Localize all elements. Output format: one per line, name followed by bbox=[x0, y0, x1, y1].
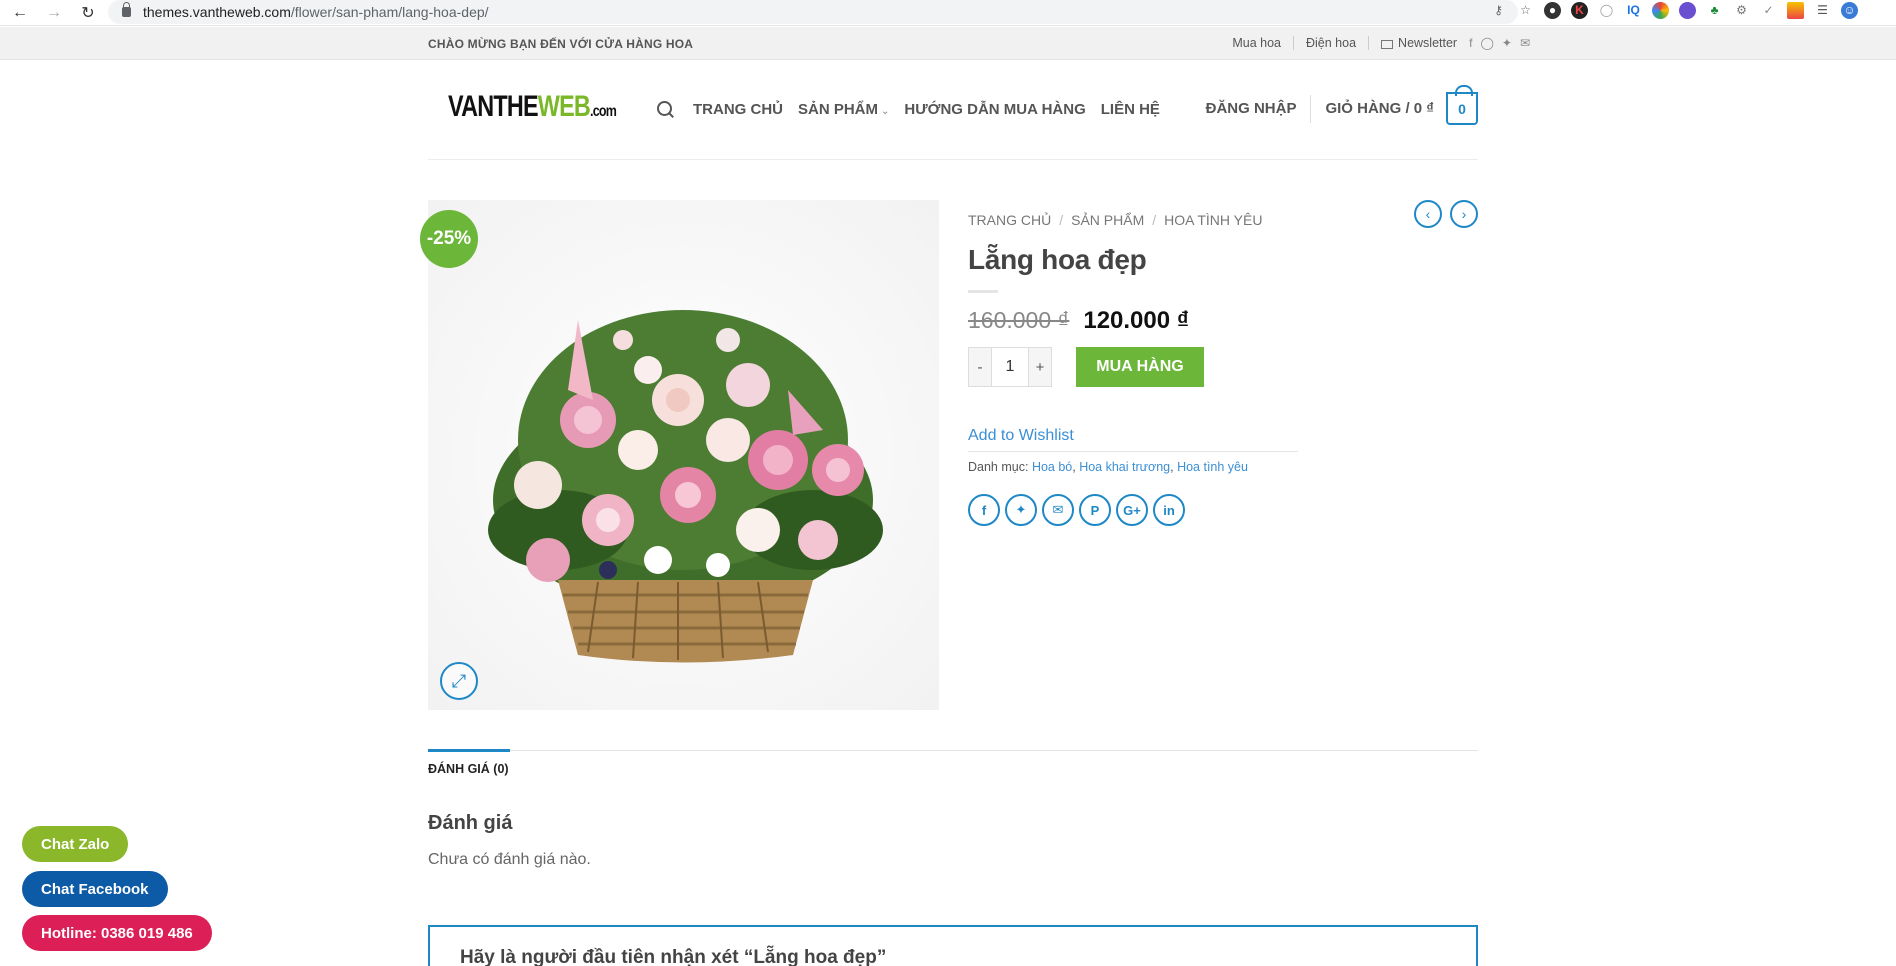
share-icons: f ✦ ✉ P G+ in bbox=[968, 494, 1478, 526]
topbar-link-dien-hoa[interactable]: Điện hoa bbox=[1306, 36, 1356, 50]
avatar[interactable]: ☺ bbox=[1841, 2, 1858, 19]
lock-icon bbox=[122, 2, 131, 17]
category-link[interactable]: Hoa khai trương bbox=[1079, 460, 1170, 474]
search-icon[interactable] bbox=[656, 100, 674, 118]
twitter-share-icon[interactable]: ✦ bbox=[1005, 494, 1037, 526]
breadcrumb: TRANG CHỦ / SẢN PHẨM / HOA TÌNH YÊU bbox=[968, 212, 1263, 228]
key-icon[interactable]: ⚷ bbox=[1490, 2, 1507, 19]
chat-zalo-button[interactable]: Chat Zalo bbox=[22, 826, 129, 862]
shield-icon[interactable]: ◯ bbox=[1598, 2, 1615, 19]
menu-icon[interactable]: ☰ bbox=[1814, 2, 1831, 19]
quantity-input[interactable]: 1 bbox=[991, 348, 1029, 386]
breadcrumb-products[interactable]: SẢN PHẨM bbox=[1071, 212, 1144, 228]
browser-toolbar: ← → ↻ themes.vantheweb.com/flower/san-ph… bbox=[0, 0, 1896, 26]
url-text: themes.vantheweb.com/flower/san-pham/lan… bbox=[143, 4, 489, 20]
extension-icons: ⚷ ☆ ● K ◯ IQ ♣ ⚙ ✓ ☰ ☺ bbox=[1490, 2, 1858, 19]
review-form-title: Hãy là người đầu tiên nhận xét “Lẵng hoa… bbox=[460, 947, 887, 966]
extension-icon[interactable]: IQ bbox=[1625, 2, 1642, 19]
top-bar-links: Mua hoa Điện hoa Newsletter f ◯ ✦ ✉ bbox=[1232, 36, 1530, 50]
category-link[interactable]: Hoa tình yêu bbox=[1177, 460, 1248, 474]
chat-facebook-button[interactable]: Chat Facebook bbox=[22, 871, 168, 907]
nav-item-contact[interactable]: LIÊN HỆ bbox=[1101, 101, 1160, 118]
product-tabs: ĐÁNH GIÁ (0) bbox=[428, 749, 1478, 776]
extension-icon[interactable] bbox=[1679, 2, 1696, 19]
gear-icon[interactable]: ⚙ bbox=[1733, 2, 1750, 19]
google-plus-share-icon[interactable]: G+ bbox=[1116, 494, 1148, 526]
add-to-wishlist-link[interactable]: Add to Wishlist bbox=[968, 427, 1298, 452]
address-bar[interactable]: themes.vantheweb.com/flower/san-pham/lan… bbox=[108, 0, 1518, 24]
old-price: 160.000 ₫ bbox=[968, 307, 1070, 333]
product-nav-arrows: ‹ › bbox=[1414, 200, 1478, 228]
facebook-icon[interactable]: f bbox=[1469, 36, 1472, 50]
mail-icon bbox=[1381, 39, 1394, 49]
product-title: Lẵng hoa đẹp bbox=[968, 244, 1147, 275]
previous-product-icon[interactable]: ‹ bbox=[1414, 200, 1442, 228]
extension-icon[interactable]: ● bbox=[1544, 2, 1561, 19]
linkedin-share-icon[interactable]: in bbox=[1153, 494, 1185, 526]
extension-icon[interactable]: K bbox=[1571, 2, 1588, 19]
facebook-share-icon[interactable]: f bbox=[968, 494, 1000, 526]
nav-item-products[interactable]: SẢN PHẨM ⌄ bbox=[798, 101, 889, 118]
reviews-heading: Đánh giá bbox=[428, 812, 513, 834]
welcome-text: CHÀO MỪNG BẠN ĐẾN VỚI CỬA HÀNG HOA bbox=[428, 37, 694, 51]
flower-basket-image bbox=[428, 200, 939, 710]
review-form: Hãy là người đầu tiên nhận xét “Lẵng hoa… bbox=[428, 925, 1478, 966]
topbar-link-mua-hoa[interactable]: Mua hoa bbox=[1232, 36, 1281, 50]
zoom-expand-icon[interactable]: ⤢ bbox=[440, 662, 478, 700]
no-reviews-text: Chưa có đánh giá nào. bbox=[428, 851, 591, 868]
product-price: 160.000 ₫ 120.000 ₫ bbox=[968, 307, 1478, 335]
chevron-down-icon: ⌄ bbox=[881, 105, 890, 117]
top-bar: CHÀO MỪNG BẠN ĐẾN VỚI CỬA HÀNG HOA Mua h… bbox=[0, 27, 1896, 60]
site-logo[interactable]: VANTHEWEB.com bbox=[448, 90, 617, 124]
extension-icon[interactable] bbox=[1787, 2, 1804, 19]
cart-bag-icon[interactable]: 0 bbox=[1446, 85, 1478, 125]
nav-item-guide[interactable]: HƯỚNG DẪN MUA HÀNG bbox=[904, 101, 1085, 118]
login-link[interactable]: ĐĂNG NHẬP bbox=[1206, 100, 1297, 117]
pinterest-share-icon[interactable]: P bbox=[1079, 494, 1111, 526]
main-nav: TRANG CHỦ SẢN PHẨM ⌄ HƯỚNG DẪN MUA HÀNG L… bbox=[656, 100, 1160, 118]
extension-icon[interactable] bbox=[1652, 2, 1669, 19]
product-categories: Danh mục: Hoa bó, Hoa khai trương, Hoa t… bbox=[968, 460, 1248, 474]
email-share-icon[interactable]: ✉ bbox=[1042, 494, 1074, 526]
instagram-icon[interactable]: ◯ bbox=[1480, 36, 1493, 50]
site-header: VANTHEWEB.com TRANG CHỦ SẢN PHẨM ⌄ HƯỚNG … bbox=[428, 60, 1478, 160]
nav-item-home[interactable]: TRANG CHỦ bbox=[693, 101, 783, 118]
category-link[interactable]: Hoa bó bbox=[1032, 460, 1072, 474]
product-image[interactable] bbox=[428, 200, 939, 710]
buy-button[interactable]: MUA HÀNG bbox=[1076, 347, 1204, 387]
discount-badge: -25% bbox=[420, 210, 478, 268]
clover-icon[interactable]: ♣ bbox=[1706, 2, 1723, 19]
twitter-icon[interactable]: ✦ bbox=[1502, 36, 1512, 50]
quantity-minus-button[interactable]: - bbox=[969, 348, 991, 386]
quantity-plus-button[interactable]: + bbox=[1029, 348, 1051, 386]
forward-arrow-icon[interactable]: → bbox=[40, 2, 68, 24]
hotline-button[interactable]: Hotline: 0386 019 486 bbox=[22, 915, 212, 951]
topbar-link-newsletter[interactable]: Newsletter bbox=[1398, 36, 1457, 50]
title-divider bbox=[968, 290, 998, 293]
breadcrumb-home[interactable]: TRANG CHỦ bbox=[968, 212, 1051, 228]
breadcrumb-category[interactable]: HOA TÌNH YÊU bbox=[1164, 212, 1262, 228]
tab-reviews[interactable]: ĐÁNH GIÁ (0) bbox=[428, 749, 510, 776]
quantity-stepper: - 1 + bbox=[968, 347, 1052, 387]
sale-price: 120.000 ₫ bbox=[1083, 307, 1190, 334]
header-actions: ĐĂNG NHẬP GIỎ HÀNG / 0 ₫ 0 bbox=[1206, 85, 1478, 125]
star-icon[interactable]: ☆ bbox=[1517, 2, 1534, 19]
cart-link[interactable]: GIỎ HÀNG / 0 ₫ bbox=[1325, 100, 1434, 117]
check-icon[interactable]: ✓ bbox=[1760, 2, 1777, 19]
reload-icon[interactable]: ↻ bbox=[74, 2, 102, 24]
product-summary: ‹ › TRANG CHỦ / SẢN PHẨM / HOA TÌNH YÊU … bbox=[968, 200, 1478, 526]
next-product-icon[interactable]: › bbox=[1450, 200, 1478, 228]
email-icon[interactable]: ✉ bbox=[1520, 36, 1530, 50]
back-arrow-icon[interactable]: ← bbox=[6, 2, 34, 24]
add-to-cart-form: - 1 + MUA HÀNG bbox=[968, 347, 1478, 387]
